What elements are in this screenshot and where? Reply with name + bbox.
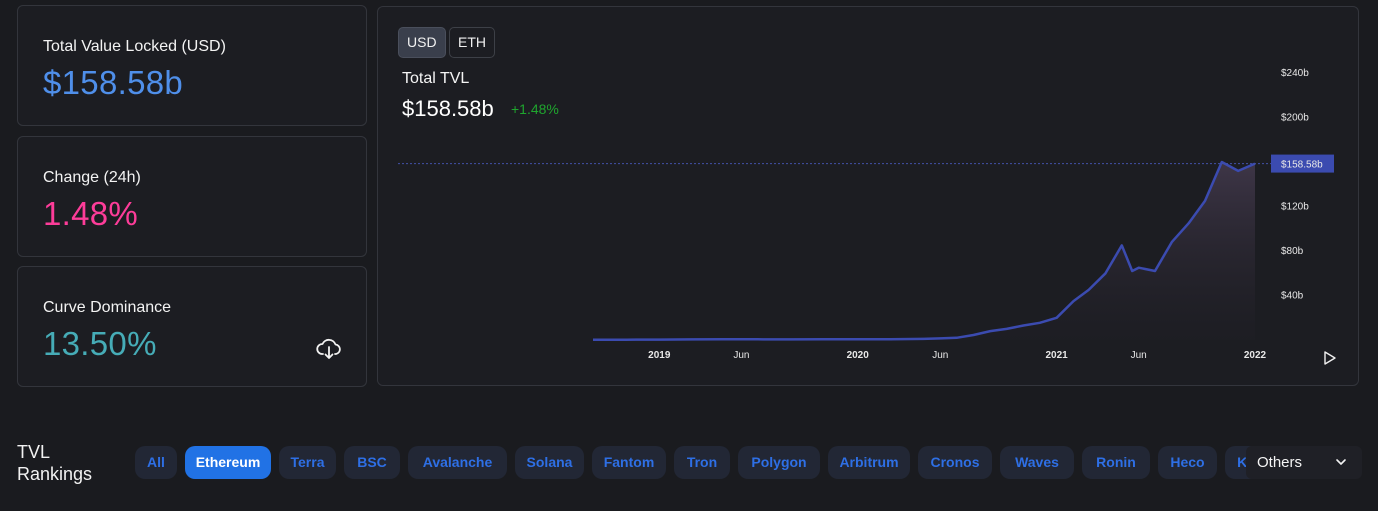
change-stat-card: Change (24h) 1.48%	[17, 136, 367, 257]
tvl-area-fill	[593, 162, 1255, 340]
x-tick-label: Jun	[733, 350, 749, 361]
chain-filter-cronos[interactable]: Cronos	[918, 446, 992, 479]
chain-filter-fantom[interactable]: Fantom	[592, 446, 666, 479]
x-tick-label: 2019	[648, 350, 671, 361]
y-tick-label: $80b	[1281, 246, 1304, 257]
x-tick-label: 2022	[1244, 350, 1267, 361]
chain-filter-ronin[interactable]: Ronin	[1082, 446, 1150, 479]
tvl-stat-card: Total Value Locked (USD) $158.58b	[17, 5, 367, 126]
tvl-rankings-title-text: TVL Rankings	[17, 442, 93, 484]
others-dropdown-label: Others	[1257, 454, 1303, 471]
change-stat-value: 1.48%	[43, 195, 139, 232]
change-stat-label: Change (24h)	[43, 169, 141, 186]
y-tick-label: $120b	[1281, 202, 1309, 213]
chain-filter-arbitrum[interactable]: Arbitrum	[828, 446, 910, 479]
chevron-down-icon	[1336, 459, 1346, 465]
chain-filter-polygon[interactable]: Polygon	[738, 446, 820, 479]
y-tick-label: $200b	[1281, 113, 1309, 124]
chain-filter-heco[interactable]: Heco	[1158, 446, 1217, 479]
chain-filter-avalanche[interactable]: Avalanche	[408, 446, 507, 479]
tvl-area-chart: $40b $80b $120b $200b $240b 2019 Jun 2020 Jun 202…	[398, 68, 1336, 365]
play-icon[interactable]	[1324, 351, 1336, 365]
chain-filter-bsc[interactable]: BSC	[344, 446, 400, 479]
dominance-stat-label: Curve Dominance	[43, 299, 172, 316]
current-value-label: $158.58b	[1281, 160, 1323, 171]
chain-filter-waves[interactable]: Waves	[1000, 446, 1074, 479]
y-tick-label: $40b	[1281, 291, 1304, 302]
dominance-stat-value: 13.50%	[43, 325, 157, 362]
chain-filter-all[interactable]: All	[135, 446, 177, 479]
cloud-download-icon[interactable]	[316, 335, 342, 361]
chain-filter-solana[interactable]: Solana	[515, 446, 584, 479]
x-tick-label: 2021	[1045, 350, 1068, 361]
others-dropdown[interactable]: Others	[1246, 446, 1362, 479]
tvl-stat-label: Total Value Locked (USD)	[43, 38, 226, 55]
x-tick-label: Jun	[1131, 350, 1147, 361]
tvl-chart-card: USD ETH Total TVL $158.58b +1.48% $40b $8…	[377, 6, 1359, 386]
x-tick-label: 2020	[847, 350, 870, 361]
tvl-stat-value: $158.58b	[43, 64, 184, 101]
chain-filter-terra[interactable]: Terra	[279, 446, 336, 479]
chain-filter-tron[interactable]: Tron	[674, 446, 730, 479]
chain-filter-ethereum[interactable]: Ethereum	[185, 446, 271, 479]
dominance-stat-card: Curve Dominance 13.50%	[17, 266, 367, 387]
y-tick-label: $240b	[1281, 68, 1309, 79]
tvl-rankings-title: TVL Rankings	[17, 441, 93, 485]
x-tick-label: Jun	[932, 350, 948, 361]
